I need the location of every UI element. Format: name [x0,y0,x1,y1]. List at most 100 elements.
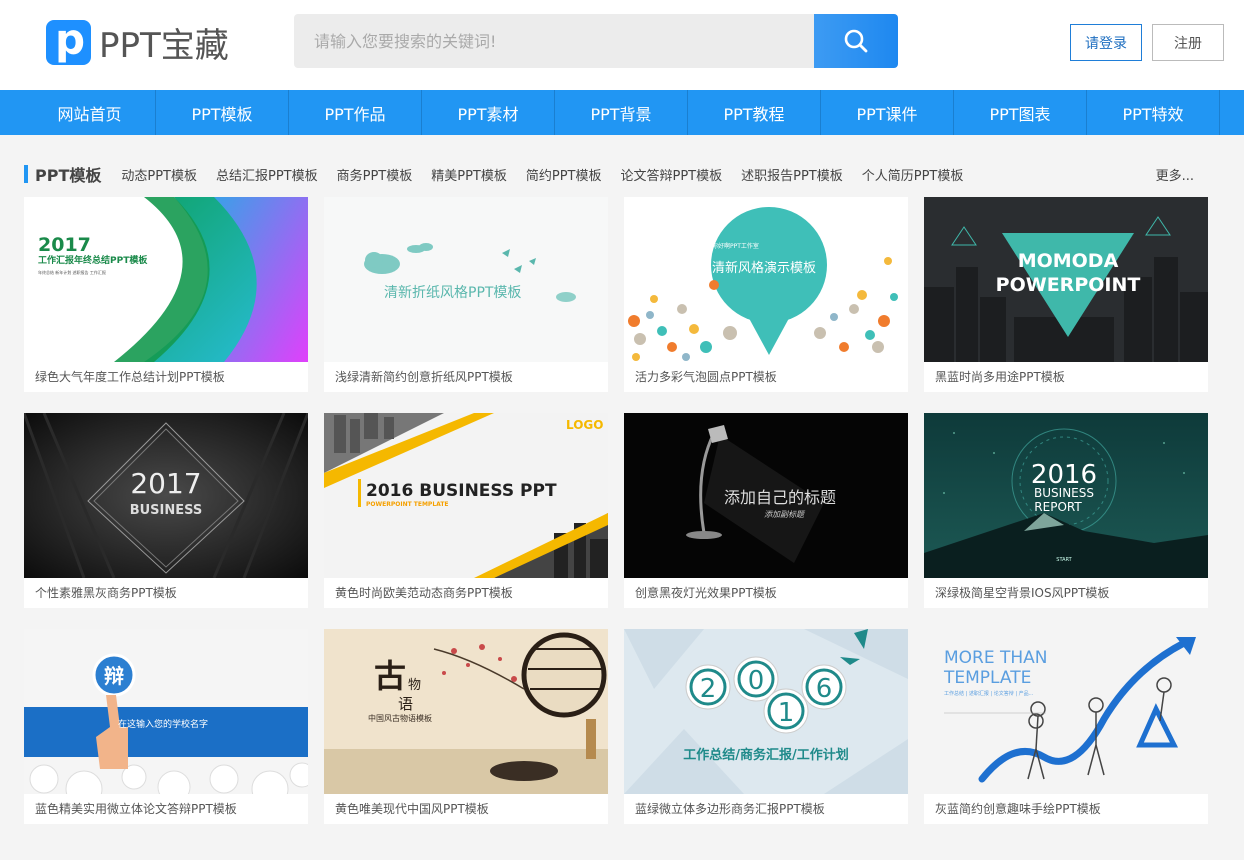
category-link[interactable]: 论文答辩PPT模板 [621,165,723,184]
thumb-text: LOGO [566,418,603,432]
template-thumbnail: 添加自己的标题 添加副标题 [624,413,908,578]
nav-item-ppt-materials[interactable]: PPT素材 [422,90,555,135]
template-title[interactable]: 绿色大气年度工作总结计划PPT模板 [24,362,308,392]
template-title[interactable]: 黑蓝时尚多用途PPT模板 [924,362,1208,392]
thumb-text: 语 [398,695,413,713]
category-title: PPT模板 [35,166,102,185]
template-card[interactable]: 2017 工作汇报年终总结PPT模板 年终总结 新年计划 述职报告 工作汇报 绿… [24,197,308,392]
thumb-text: MORE THAN [944,648,1048,668]
template-thumbnail: MOMODA POWERPOINT [924,197,1208,362]
thumb-text: 添加副标题 [764,510,806,519]
template-thumbnail: 2017 BUSINESS [24,413,308,578]
thumb-text: 清新风格演示模板 [712,260,816,276]
template-card[interactable]: 你好啊PPT工作室 清新风格演示模板 活力多彩气泡圆点PPT模板 [624,197,908,392]
template-card[interactable]: 2 0 1 6 工作总结/商务汇报/工作计划 蓝绿微立体多边形商务汇报PPT模板 [624,629,908,824]
site-header: p PPT宝藏 请登录 注册 [0,0,1244,90]
template-card[interactable]: 清新折纸风格PPT模板 浅绿清新简约创意折纸风PPT模板 [324,197,608,392]
thumb-text: BUSINESS [1034,486,1094,500]
thumb-text: 在这输入您的学校名字 [118,718,208,730]
template-card[interactable]: 古 物 语 中国风古物语模板 黄色唯美现代中国风PPT模板 [324,629,608,824]
main-nav: 网站首页 PPT模板 PPT作品 PPT素材 PPT背景 PPT教程 PPT课件… [0,90,1244,135]
ppt-logo-icon: p [46,15,91,65]
nav-item-ppt-effects[interactable]: PPT特效 [1087,90,1220,135]
thumb-text: 辩 [104,664,124,688]
thumb-text: 添加自己的标题 [724,488,836,507]
template-title[interactable]: 灰蓝简约创意趣味手绘PPT模板 [924,794,1208,824]
thumb-text: 6 [816,674,833,704]
template-title[interactable]: 深绿极简星空背景IOS风PPT模板 [924,578,1208,608]
thumb-text: 物 [408,678,421,693]
template-card[interactable]: LOGO 2016 BUSINESS PPT POWERPOINT TEMPLA… [324,413,608,608]
login-button[interactable]: 请登录 [1070,24,1142,61]
template-thumbnail: 2017 工作汇报年终总结PPT模板 年终总结 新年计划 述职报告 工作汇报 [24,197,308,362]
search-button[interactable] [814,14,898,68]
nav-item-ppt-tutorials[interactable]: PPT教程 [688,90,821,135]
template-thumbnail: MORE THAN TEMPLATE 工作总结 | 述职汇报 | 论文答辩 | … [924,629,1208,794]
more-link[interactable]: 更多... [1156,165,1194,184]
category-marker [24,165,28,183]
logo-letter: p [55,15,86,64]
category-link[interactable]: 个人简历PPT模板 [862,165,964,184]
thumb-text: 2 [700,674,717,704]
search-input[interactable] [294,14,814,68]
template-card[interactable]: 2017 BUSINESS 个性素雅黑灰商务PPT模板 [24,413,308,608]
template-thumbnail: 清新折纸风格PPT模板 [324,197,608,362]
nav-item-ppt-backgrounds[interactable]: PPT背景 [555,90,688,135]
thumb-text: 1 [778,698,795,728]
thumb-text: START [1056,557,1072,563]
thumb-text: 中国风古物语模板 [368,713,432,723]
logo-text: PPT宝藏 [99,26,229,66]
register-button[interactable]: 注册 [1152,24,1224,61]
category-link[interactable]: 动态PPT模板 [121,165,197,184]
nav-item-ppt-templates[interactable]: PPT模板 [156,90,289,135]
thumb-text: TEMPLATE [943,668,1031,688]
category-link[interactable]: 简约PPT模板 [526,165,602,184]
thumb-text: 古 [374,657,406,695]
category-link[interactable]: 商务PPT模板 [337,165,413,184]
template-thumbnail: 你好啊PPT工作室 清新风格演示模板 [624,197,908,362]
template-title[interactable]: 黄色唯美现代中国风PPT模板 [324,794,608,824]
thumb-text: POWERPOINT [996,274,1141,296]
thumb-text: 工作汇报年终总结PPT模板 [38,254,148,266]
thumb-text: 2017 [38,234,91,256]
thumb-text: POWERPOINT TEMPLATE [366,501,449,508]
template-card[interactable]: 辩 在这输入您的学校名字 蓝色精美实用微立体论文答辩PPT模板 [24,629,308,824]
template-thumbnail: 2016 BUSINESS REPORT START [924,413,1208,578]
thumb-text: 清新折纸风格PPT模板 [384,285,521,301]
thumb-text: 0 [748,666,765,696]
template-thumbnail: LOGO 2016 BUSINESS PPT POWERPOINT TEMPLA… [324,413,608,578]
nav-item-ppt-courseware[interactable]: PPT课件 [821,90,954,135]
site-logo[interactable]: p PPT宝藏 [46,18,229,67]
template-card[interactable]: MORE THAN TEMPLATE 工作总结 | 述职汇报 | 论文答辩 | … [924,629,1208,824]
category-link[interactable]: 精美PPT模板 [431,165,507,184]
nav-item-home[interactable]: 网站首页 [24,90,156,135]
template-title[interactable]: 活力多彩气泡圆点PPT模板 [624,362,908,392]
search-bar [294,14,898,68]
template-title[interactable]: 个性素雅黑灰商务PPT模板 [24,578,308,608]
nav-item-ppt-charts[interactable]: PPT图表 [954,90,1087,135]
thumb-text: MOMODA [1018,250,1119,272]
template-thumbnail: 古 物 语 中国风古物语模板 [324,629,608,794]
template-thumbnail: 2 0 1 6 工作总结/商务汇报/工作计划 [624,629,908,794]
thumb-text: REPORT [1034,500,1082,514]
template-title[interactable]: 创意黑夜灯光效果PPT模板 [624,578,908,608]
template-card[interactable]: 添加自己的标题 添加副标题 创意黑夜灯光效果PPT模板 [624,413,908,608]
template-thumbnail: 辩 在这输入您的学校名字 [24,629,308,794]
template-title[interactable]: 黄色时尚欧美范动态商务PPT模板 [324,578,608,608]
thumb-text: 2016 BUSINESS PPT [366,481,557,501]
template-title[interactable]: 浅绿清新简约创意折纸风PPT模板 [324,362,608,392]
nav-item-ppt-works[interactable]: PPT作品 [289,90,422,135]
thumb-text: 工作总结/商务汇报/工作计划 [683,747,849,763]
template-card[interactable]: MOMODA POWERPOINT 黑蓝时尚多用途PPT模板 [924,197,1208,392]
thumb-text: 2017 [130,467,201,500]
thumb-text: 工作总结 | 述职汇报 | 论文答辩 | 产品... [944,690,1034,697]
thumb-text: BUSINESS [130,503,203,518]
thumb-text: 年终总结 新年计划 述职报告 工作汇报 [38,269,106,275]
template-title[interactable]: 蓝色精美实用微立体论文答辩PPT模板 [24,794,308,824]
template-title[interactable]: 蓝绿微立体多边形商务汇报PPT模板 [624,794,908,824]
category-bar: PPT模板 动态PPT模板 总结汇报PPT模板 商务PPT模板 精美PPT模板 … [24,162,1208,186]
thumb-text: 你好啊PPT工作室 [712,242,759,250]
template-card[interactable]: 2016 BUSINESS REPORT START 深绿极简星空背景IOS风P… [924,413,1208,608]
category-link[interactable]: 述职报告PPT模板 [741,165,843,184]
category-link[interactable]: 总结汇报PPT模板 [216,165,318,184]
